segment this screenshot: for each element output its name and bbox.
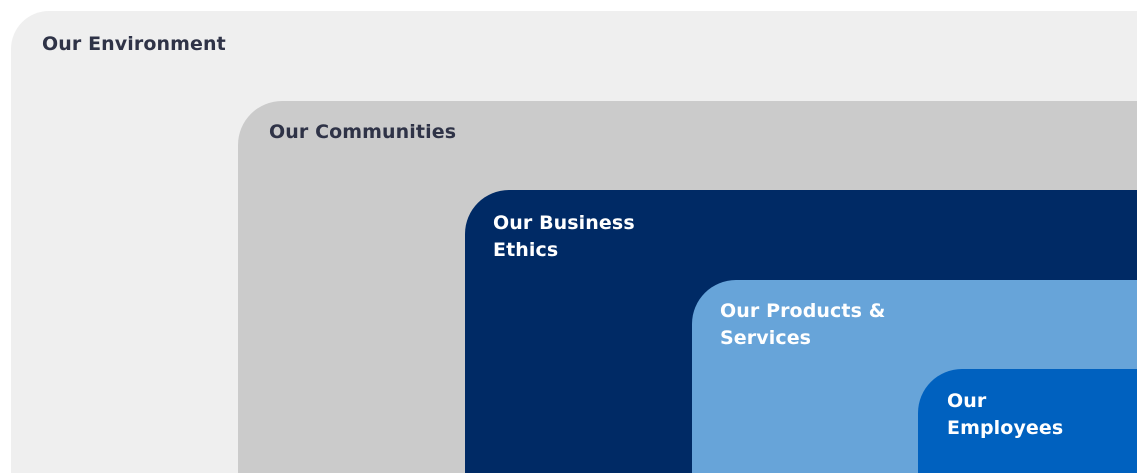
communities-label: Our Communities xyxy=(269,121,457,143)
nested-circles-diagram: Our Environment Our Communities Our Busi… xyxy=(0,0,1137,473)
employees-layer: Our Employees xyxy=(918,369,1137,473)
business-ethics-label: Our Business Ethics xyxy=(493,212,635,261)
environment-label: Our Environment xyxy=(42,33,226,55)
employees-label: Our Employees xyxy=(947,390,1064,439)
products-services-label: Our Products & Services xyxy=(720,300,886,349)
